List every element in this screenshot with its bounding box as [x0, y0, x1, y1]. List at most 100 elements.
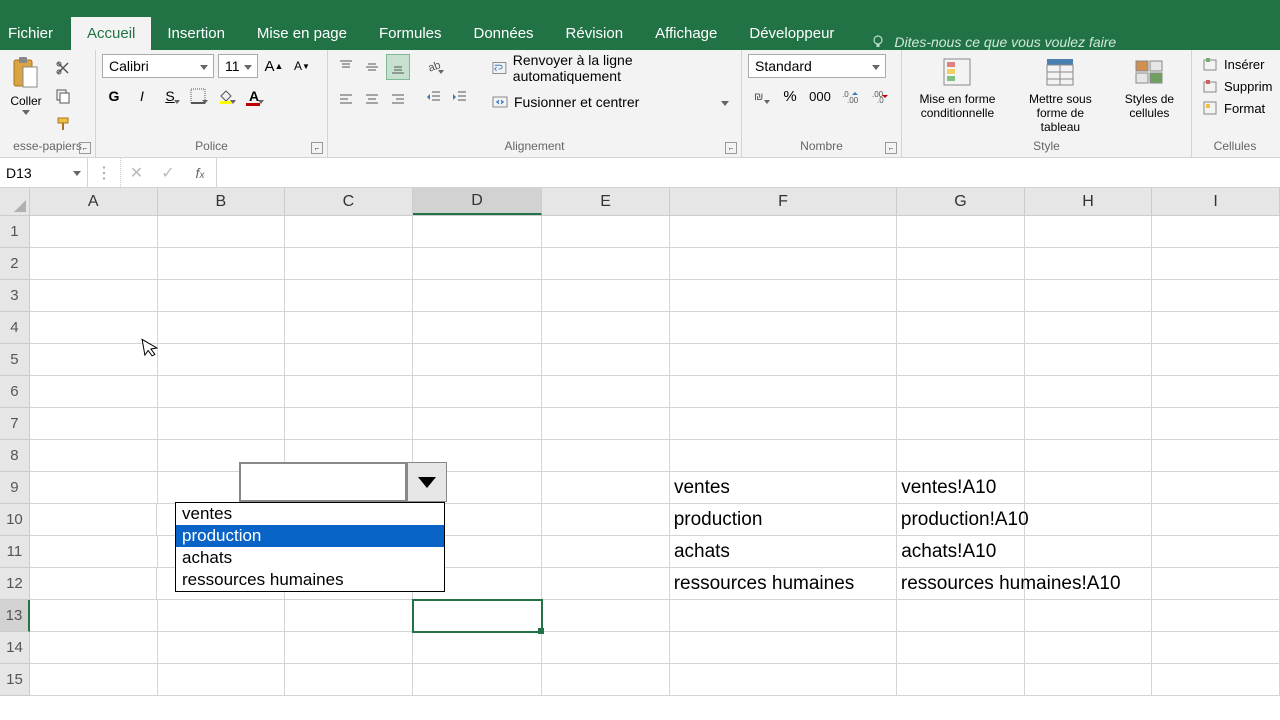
cell-G12[interactable]: ressources humaines!A10 — [897, 568, 1025, 600]
cell-E11[interactable] — [542, 536, 670, 568]
cell-C2[interactable] — [285, 248, 413, 280]
cell-B4[interactable] — [158, 312, 286, 344]
cell-I9[interactable] — [1152, 472, 1280, 504]
name-box[interactable]: D13 — [0, 158, 88, 187]
col-header-H[interactable]: H — [1025, 188, 1153, 215]
cell-C3[interactable] — [285, 280, 413, 312]
cell-H15[interactable] — [1025, 664, 1153, 696]
cell-E2[interactable] — [542, 248, 670, 280]
format-cells-button[interactable]: Format — [1198, 98, 1276, 118]
col-header-C[interactable]: C — [285, 188, 413, 215]
cell-D4[interactable] — [413, 312, 543, 344]
cell-A9[interactable] — [30, 472, 158, 504]
cell-F4[interactable] — [670, 312, 897, 344]
row-header-8[interactable]: 8 — [0, 440, 30, 472]
tab-mise-en-page[interactable]: Mise en page — [241, 17, 363, 50]
cell-E5[interactable] — [542, 344, 670, 376]
cell-I13[interactable] — [1152, 600, 1280, 632]
wrap-text-button[interactable]: Renvoyer à la ligne automatiquement — [484, 54, 735, 82]
format-painter-button[interactable] — [50, 112, 76, 136]
cell-H9[interactable] — [1025, 472, 1153, 504]
col-header-I[interactable]: I — [1152, 188, 1280, 215]
col-header-G[interactable]: G — [897, 188, 1025, 215]
cell-B14[interactable] — [158, 632, 286, 664]
cell-I12[interactable] — [1152, 568, 1280, 600]
increase-font-button[interactable]: A▲ — [262, 54, 286, 78]
cell-A10[interactable] — [30, 504, 158, 536]
fill-color-button[interactable] — [214, 84, 238, 108]
cell-G13[interactable] — [897, 600, 1025, 632]
cell-G3[interactable] — [897, 280, 1025, 312]
merge-center-button[interactable]: Fusionner et centrer — [484, 88, 735, 116]
cell-G4[interactable] — [897, 312, 1025, 344]
cell-H3[interactable] — [1025, 280, 1153, 312]
cell-H1[interactable] — [1025, 216, 1153, 248]
tab-developpeur[interactable]: Développeur — [733, 17, 850, 50]
align-middle-button[interactable] — [360, 54, 384, 80]
cell-H7[interactable] — [1025, 408, 1153, 440]
cell-F1[interactable] — [670, 216, 897, 248]
row-header-4[interactable]: 4 — [0, 312, 30, 344]
cell-B3[interactable] — [158, 280, 286, 312]
cell-A4[interactable] — [30, 312, 158, 344]
cell-D3[interactable] — [413, 280, 543, 312]
cell-G1[interactable] — [897, 216, 1025, 248]
cell-G9[interactable]: ventes!A10 — [897, 472, 1025, 504]
cell-E9[interactable] — [542, 472, 670, 504]
italic-button[interactable]: I — [130, 84, 154, 108]
cell-C13[interactable] — [285, 600, 413, 632]
cell-F5[interactable] — [670, 344, 897, 376]
col-header-E[interactable]: E — [542, 188, 670, 215]
cell-I11[interactable] — [1152, 536, 1280, 568]
dropdown-item-achats[interactable]: achats — [176, 547, 444, 569]
cell-I3[interactable] — [1152, 280, 1280, 312]
cell-B1[interactable] — [158, 216, 286, 248]
cell-G8[interactable] — [897, 440, 1025, 472]
cell-E1[interactable] — [542, 216, 670, 248]
cell-C6[interactable] — [285, 376, 413, 408]
cell-B7[interactable] — [158, 408, 286, 440]
cell-F7[interactable] — [670, 408, 897, 440]
cell-A2[interactable] — [30, 248, 158, 280]
cell-F6[interactable] — [670, 376, 897, 408]
cell-G5[interactable] — [897, 344, 1025, 376]
cell-styles-button[interactable]: Styles de cellules — [1114, 54, 1185, 122]
cell-B5[interactable] — [158, 344, 286, 376]
row-header-15[interactable]: 15 — [0, 664, 30, 696]
cell-E4[interactable] — [542, 312, 670, 344]
cell-F8[interactable] — [670, 440, 897, 472]
insert-function-button[interactable]: fx — [184, 158, 216, 187]
decrease-decimal-button[interactable]: .00.0 — [868, 84, 892, 108]
cell-H10[interactable] — [1025, 504, 1153, 536]
cell-B15[interactable] — [158, 664, 286, 696]
cell-G6[interactable] — [897, 376, 1025, 408]
tab-affichage[interactable]: Affichage — [639, 17, 733, 50]
number-launcher[interactable]: ⌐ — [885, 142, 897, 154]
cancel-formula-button[interactable]: ✕ — [120, 158, 152, 187]
row-header-5[interactable]: 5 — [0, 344, 30, 376]
select-all-corner[interactable] — [0, 188, 30, 215]
percent-button[interactable]: % — [778, 84, 802, 108]
cell-E6[interactable] — [542, 376, 670, 408]
increase-indent-button[interactable] — [448, 84, 472, 110]
cell-C14[interactable] — [285, 632, 413, 664]
cell-H11[interactable] — [1025, 536, 1153, 568]
cell-E8[interactable] — [542, 440, 670, 472]
cell-F10[interactable]: production — [670, 504, 897, 536]
tab-formules[interactable]: Formules — [363, 17, 458, 50]
cell-A6[interactable] — [30, 376, 158, 408]
cell-F12[interactable]: ressources humaines — [670, 568, 897, 600]
cell-A7[interactable] — [30, 408, 158, 440]
cell-I7[interactable] — [1152, 408, 1280, 440]
cell-D15[interactable] — [413, 664, 543, 696]
tab-insertion[interactable]: Insertion — [151, 17, 241, 50]
cell-E12[interactable] — [542, 568, 670, 600]
cell-H8[interactable] — [1025, 440, 1153, 472]
orientation-button[interactable]: ab — [422, 54, 446, 78]
cell-D2[interactable] — [413, 248, 543, 280]
cell-A11[interactable] — [30, 536, 158, 568]
cell-A15[interactable] — [30, 664, 158, 696]
clipboard-launcher[interactable]: ⌐ — [79, 142, 91, 154]
col-header-F[interactable]: F — [670, 188, 897, 215]
underline-button[interactable]: S — [158, 84, 182, 108]
